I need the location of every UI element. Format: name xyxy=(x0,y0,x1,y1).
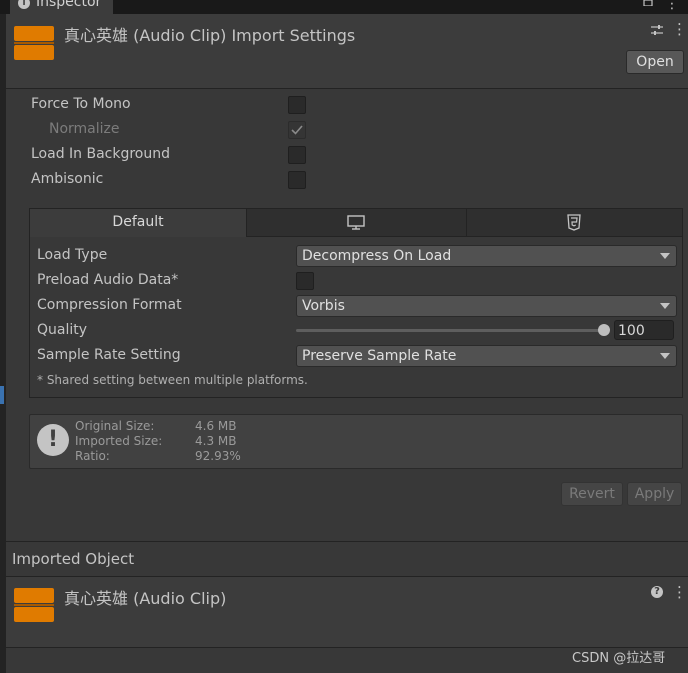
help-icon[interactable]: ? xyxy=(651,586,663,598)
header-title: 真心英雄 (Audio Clip) Import Settings xyxy=(64,26,356,45)
preload-audio-data-checkbox[interactable] xyxy=(296,272,314,290)
load-in-background-label: Load In Background xyxy=(31,146,171,162)
imported-size-label: Imported Size: xyxy=(75,434,163,448)
kebab-menu-icon[interactable]: ⋮ xyxy=(665,0,679,12)
tab-standalone[interactable] xyxy=(247,209,467,236)
left-panel-accent xyxy=(0,386,4,404)
quality-slider-track[interactable] xyxy=(296,329,604,332)
revert-button[interactable]: Revert xyxy=(561,482,623,506)
force-to-mono-checkbox[interactable] xyxy=(288,96,306,114)
compression-format-dropdown[interactable]: Vorbis xyxy=(296,295,677,317)
inspector-header: 真心英雄 (Audio Clip) Import Settings ⋮ Open xyxy=(6,14,688,89)
chevron-down-icon xyxy=(660,253,670,259)
original-size-value: 4.6 MB xyxy=(195,419,237,433)
compression-format-label: Compression Format xyxy=(37,297,182,313)
original-size-label: Original Size: xyxy=(75,419,155,433)
quality-input[interactable]: 100 xyxy=(614,320,674,340)
preload-audio-data-label: Preload Audio Data* xyxy=(37,272,179,288)
ambisonic-checkbox[interactable] xyxy=(288,171,306,189)
normalize-label: Normalize xyxy=(49,121,120,137)
normalize-checkbox xyxy=(288,121,306,139)
platform-settings-panel: Default Load Type Decompress On Load Pre… xyxy=(29,208,683,398)
file-size-info-box: ! Original Size: 4.6 MB Imported Size: 4… xyxy=(29,414,683,469)
platform-tab-bar: Default xyxy=(30,209,682,237)
ambisonic-label: Ambisonic xyxy=(31,171,104,187)
chevron-down-icon xyxy=(660,353,670,359)
audio-clip-icon xyxy=(14,26,54,60)
imported-object-title: Imported Object xyxy=(12,550,135,568)
preset-sliders-icon[interactable] xyxy=(651,24,663,36)
kebab-menu-icon[interactable]: ⋮ xyxy=(672,583,687,601)
kebab-menu-icon[interactable]: ⋮ xyxy=(672,20,687,38)
load-in-background-checkbox[interactable] xyxy=(288,146,306,164)
tab-title: Inspector xyxy=(36,0,102,10)
tab-default-label: Default xyxy=(112,214,164,230)
open-button[interactable]: Open xyxy=(626,50,684,74)
ratio-label: Ratio: xyxy=(75,449,110,463)
load-type-dropdown[interactable]: Decompress On Load xyxy=(296,245,677,267)
imported-object-header: Imported Object xyxy=(6,542,688,577)
chevron-down-icon xyxy=(660,303,670,309)
load-type-label: Load Type xyxy=(37,247,108,263)
lock-icon[interactable] xyxy=(643,0,653,6)
imported-object-name: 真心英雄 (Audio Clip) xyxy=(64,589,227,608)
watermark-text: CSDN @拉达哥 xyxy=(572,651,666,666)
audio-clip-icon xyxy=(14,588,54,622)
shared-setting-footnote: * Shared setting between multiple platfo… xyxy=(37,373,308,387)
tab-default[interactable]: Default xyxy=(30,209,247,237)
sample-rate-setting-value: Preserve Sample Rate xyxy=(302,348,457,364)
tab-webgl[interactable] xyxy=(467,209,682,236)
checkmark-icon xyxy=(291,125,303,135)
warning-icon: ! xyxy=(37,424,69,456)
monitor-icon xyxy=(347,215,365,230)
html5-icon xyxy=(567,214,581,231)
quality-slider-thumb[interactable] xyxy=(598,324,610,336)
imported-size-value: 4.3 MB xyxy=(195,434,237,448)
sample-rate-setting-label: Sample Rate Setting xyxy=(37,347,181,363)
load-type-value: Decompress On Load xyxy=(302,248,452,264)
apply-button[interactable]: Apply xyxy=(627,482,682,506)
imported-object-row: 真心英雄 (Audio Clip) ? ⋮ xyxy=(6,577,688,648)
sample-rate-setting-dropdown[interactable]: Preserve Sample Rate xyxy=(296,345,677,367)
force-to-mono-label: Force To Mono xyxy=(31,96,131,112)
ratio-value: 92.93% xyxy=(195,449,241,463)
info-icon: i xyxy=(18,0,30,9)
compression-format-value: Vorbis xyxy=(302,298,345,314)
quality-label: Quality xyxy=(37,322,88,338)
